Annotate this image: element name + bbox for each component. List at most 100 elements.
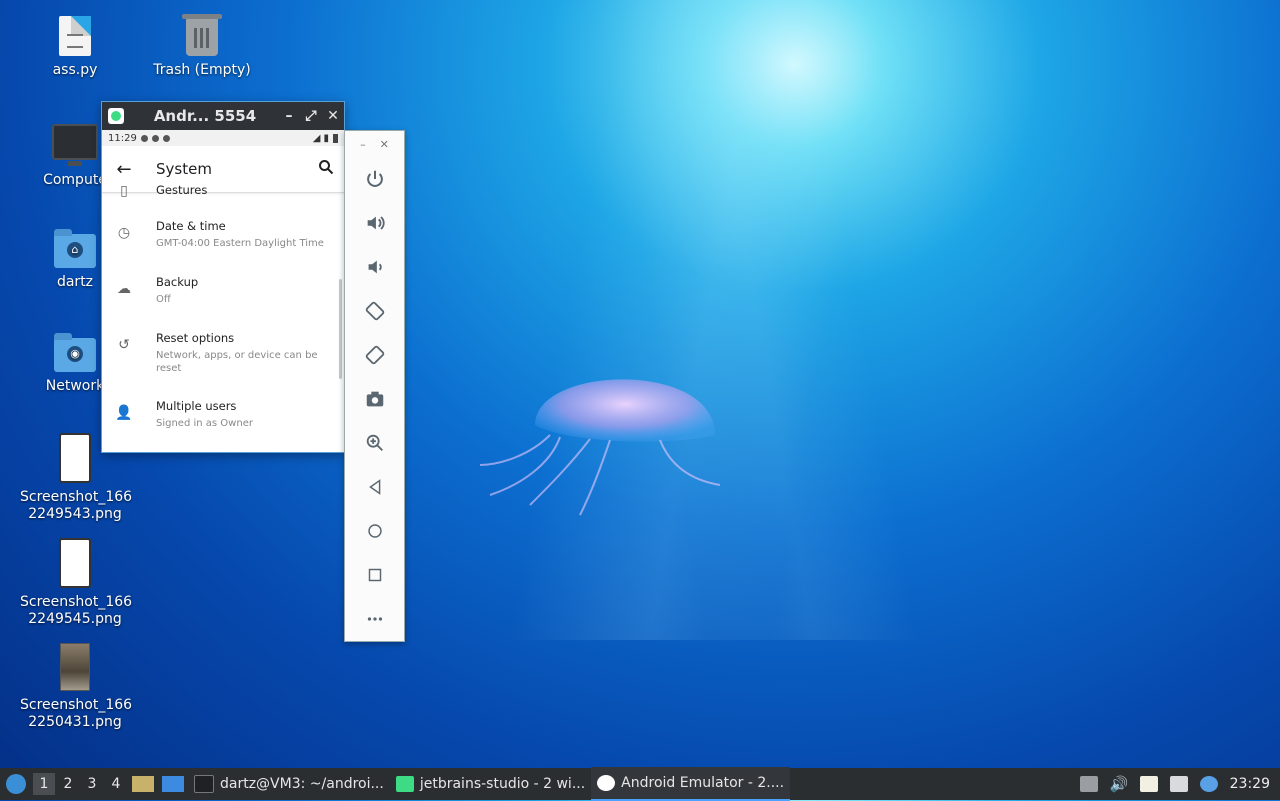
desktop-icon-screenshot-2[interactable]: Screenshot_166 2249545.png: [20, 538, 133, 628]
home-folder-icon: ⌂: [54, 229, 96, 268]
workspace-1[interactable]: 1: [33, 773, 55, 795]
rotate-right-icon: [365, 345, 384, 365]
task-label: Android Emulator - 2....: [621, 775, 785, 791]
rotate-left-icon: [365, 301, 384, 321]
notification-icon: [140, 134, 148, 142]
desktop-icon-label: Screenshot_166 2249543.png: [20, 489, 133, 522]
settings-item-subtitle: Network, apps, or device can be reset: [156, 350, 318, 374]
android-emulator-logo-icon: [108, 108, 124, 124]
rotate-left-button[interactable]: [345, 289, 404, 333]
task-android-emulator[interactable]: Android Emulator - 2....: [591, 767, 791, 801]
desktop-icon-trash[interactable]: Trash (Empty): [147, 14, 257, 79]
desktop-icon-ass-py[interactable]: ass.py: [20, 16, 130, 79]
home-circle-icon: [367, 524, 382, 538]
back-button[interactable]: [345, 465, 404, 509]
network-folder-icon: ◉: [54, 333, 96, 372]
home-button[interactable]: [345, 509, 404, 553]
maximize-icon[interactable]: ⤢: [300, 108, 322, 124]
file-manager-launcher-icon[interactable]: [132, 776, 154, 792]
settings-item-title: Date & time: [156, 219, 226, 233]
wifi-icon: ◢: [312, 132, 321, 144]
android-emulator-icon: [597, 775, 616, 791]
notification-icon: [151, 134, 159, 142]
clock[interactable]: 23:29: [1230, 776, 1270, 792]
volume-down-icon: [368, 260, 382, 274]
settings-item-reset-options[interactable]: ↺ Reset options Network, apps, or device …: [102, 321, 344, 389]
signal-icon: ▮: [323, 132, 329, 144]
settings-item-title: Reset options: [156, 331, 235, 345]
task-terminal[interactable]: dartz@VM3: ~/androi...: [188, 768, 390, 800]
desktop-icon-screenshot-3[interactable]: Screenshot_166 2250431.png: [20, 643, 133, 731]
android-emulator-window[interactable]: Andr... 5554 – ⤢ ✕ 11:29 ◢ ▮ ← System ▯ …: [101, 101, 345, 453]
volume-up-button[interactable]: [345, 201, 404, 245]
distro-logo-icon: [6, 774, 26, 794]
python-file-icon: [59, 16, 91, 56]
toolbar-minimize-icon[interactable]: –: [360, 138, 366, 151]
emulator-window-title: Andr... 5554: [153, 107, 257, 125]
volume-icon[interactable]: 🔊: [1110, 776, 1129, 792]
desktop-icon-label: Screenshot_166 2249545.png: [20, 594, 133, 627]
workspace-4[interactable]: 4: [105, 773, 127, 795]
show-desktop-icon[interactable]: [162, 776, 184, 792]
back-arrow-icon[interactable]: ←: [102, 159, 146, 180]
settings-item-subtitle: Off: [156, 294, 171, 305]
overview-button[interactable]: [345, 553, 404, 597]
power-icon: [366, 170, 383, 187]
gestures-icon: ▯: [120, 183, 128, 199]
settings-scrollbar[interactable]: [339, 279, 342, 379]
task-label: jetbrains-studio - 2 wi...: [419, 776, 586, 792]
workspace-2[interactable]: 2: [57, 773, 79, 795]
desktop-icon-label: ass.py: [52, 62, 98, 78]
zoom-button[interactable]: [345, 421, 404, 465]
image-file-icon: [59, 433, 91, 483]
network-icon[interactable]: [1169, 776, 1188, 792]
back-triangle-icon: [368, 479, 380, 495]
clock-icon: ◷: [117, 225, 131, 241]
task-android-studio[interactable]: jetbrains-studio - 2 wi...: [390, 768, 591, 800]
settings-item-title: Gestures: [156, 183, 208, 197]
overview-square-icon: [368, 568, 381, 582]
person-icon: 👤: [115, 405, 133, 421]
history-icon: ↺: [118, 337, 130, 353]
desktop-icon-label: Trash (Empty): [153, 62, 251, 78]
minimize-icon[interactable]: –: [278, 108, 300, 124]
desktop-icon-label: Screenshot_166 2250431.png: [20, 697, 133, 730]
settings-list: ▯ Gestures ◷ Date & time GMT-04:00 Easter…: [102, 179, 344, 445]
task-label: dartz@VM3: ~/androi...: [220, 776, 384, 792]
settings-item-date-time[interactable]: ◷ Date & time GMT-04:00 Eastern Daylight …: [102, 209, 344, 265]
emulator-title-bar[interactable]: Andr... 5554 – ⤢ ✕: [102, 102, 344, 130]
wallpaper-light-rays: [360, 0, 1120, 640]
clipboard-icon[interactable]: [1139, 776, 1158, 792]
android-studio-icon: [395, 776, 414, 792]
workspace-3[interactable]: 3: [81, 773, 103, 795]
rotate-right-button[interactable]: [345, 333, 404, 377]
tray-expand-icon[interactable]: [1079, 776, 1098, 792]
settings-item-title: Backup: [156, 275, 199, 289]
settings-item-subtitle: GMT-04:00 Eastern Daylight Time: [156, 238, 324, 249]
power-button[interactable]: [345, 157, 404, 201]
taskbar: 1 2 3 4 dartz@VM3: ~/androi... jetbrains…: [0, 767, 1280, 801]
volume-down-button[interactable]: [345, 245, 404, 289]
computer-icon: [52, 124, 98, 166]
system-tray: 🔊 23:29: [1079, 776, 1280, 792]
settings-item-subtitle: Signed in as Owner: [156, 418, 253, 429]
notification-icon: [162, 134, 170, 142]
image-file-icon: [60, 643, 90, 691]
update-notifier-icon[interactable]: [1199, 776, 1218, 792]
search-icon[interactable]: [308, 159, 344, 179]
zoom-in-icon: [366, 434, 383, 451]
settings-item-backup[interactable]: ☁ Backup Off: [102, 265, 344, 321]
jellyfish-wallpaper-art: [479, 379, 721, 516]
settings-item-gestures[interactable]: ▯ Gestures: [102, 179, 344, 209]
android-status-bar: 11:29 ◢ ▮: [102, 130, 344, 146]
status-time: 11:29: [108, 132, 137, 144]
more-options-button[interactable]: [345, 597, 404, 641]
emulator-side-toolbar: – ✕: [344, 130, 405, 642]
start-menu-button[interactable]: [0, 774, 32, 794]
close-icon[interactable]: ✕: [322, 108, 344, 124]
battery-icon: [333, 133, 338, 143]
settings-item-multiple-users[interactable]: 👤 Multiple users Signed in as Owner: [102, 389, 344, 445]
page-title: System: [156, 160, 212, 178]
screenshot-button[interactable]: [345, 377, 404, 421]
toolbar-close-icon[interactable]: ✕: [380, 138, 389, 151]
